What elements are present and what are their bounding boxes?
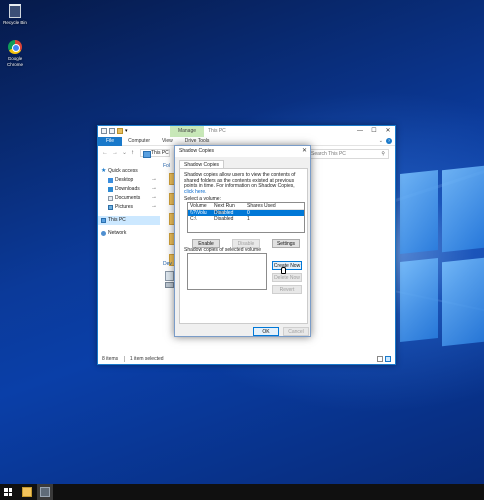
search-input[interactable]: Search This PC ⚲ (307, 149, 389, 159)
dialog-titlebar[interactable]: Shadow Copies ✕ (175, 146, 310, 157)
sidebar-item-label: Quick access (108, 168, 138, 174)
windows-logo (400, 165, 484, 348)
taskbar (0, 484, 484, 500)
minimize-button[interactable]: — (353, 126, 367, 137)
tiles-view-icon[interactable] (385, 356, 391, 362)
address-field[interactable]: This PC (140, 149, 170, 158)
tab-shadow-copies[interactable]: Shadow Copies (179, 160, 225, 168)
help-icon[interactable]: ? (386, 138, 392, 144)
pictures-icon (108, 205, 113, 210)
shadow-copies-list[interactable] (187, 253, 267, 290)
window-title: This PC (208, 128, 226, 134)
help-link[interactable]: click here. (184, 189, 207, 195)
pin-icon: ⊸ (151, 186, 156, 192)
close-button[interactable]: ✕ (381, 126, 395, 137)
start-button[interactable] (4, 488, 12, 496)
cancel-button[interactable]: Cancel (283, 327, 309, 336)
close-icon[interactable]: ✕ (302, 146, 307, 157)
server-manager-taskbar-icon[interactable] (40, 487, 50, 497)
section-header-devices[interactable]: Dev (163, 261, 172, 267)
desktop-icon-label: Google Chrome (6, 56, 23, 67)
sidebar-item-pictures[interactable]: Pictures ⊸ (98, 203, 160, 212)
window-titlebar[interactable]: ▾ Manage This PC — ☐ ✕ (98, 126, 395, 137)
status-item-count: 8 items (102, 356, 119, 362)
pin-icon: ⊸ (151, 177, 156, 183)
computer-icon (101, 218, 106, 223)
desktop-icon-recycle-bin[interactable]: Recycle Bin (0, 4, 30, 26)
new-folder-icon[interactable] (117, 128, 123, 134)
pin-icon: ⊸ (151, 204, 156, 210)
sidebar-item-desktop[interactable]: Desktop ⊸ (98, 176, 160, 185)
details-view-icon[interactable] (377, 356, 383, 362)
next-run-cell: Disabled (214, 216, 234, 222)
shares-cell: 1 (247, 216, 250, 222)
volume-row[interactable]: C:\ Disabled 1 (188, 216, 304, 222)
revert-button[interactable]: Revert (272, 285, 302, 294)
up-icon[interactable]: ↑ (131, 149, 134, 157)
desktop-icon-google-chrome[interactable]: Google Chrome (0, 40, 30, 67)
column-header-shares[interactable]: Shares (246, 203, 263, 209)
tab-computer[interactable]: Computer (122, 137, 156, 146)
column-header-next-run[interactable]: Next Run Time (213, 203, 246, 216)
tab-manage[interactable]: Manage (170, 126, 204, 137)
delete-now-button[interactable]: Delete Now (272, 273, 302, 282)
drive-icon[interactable] (165, 271, 174, 281)
search-icon: ⚲ (381, 151, 385, 157)
status-bar: 8 items 1 item selected (98, 354, 395, 364)
sidebar-item-label: Network (108, 230, 127, 236)
forward-icon[interactable]: → (112, 149, 118, 157)
dialog-title: Shadow Copies (179, 148, 215, 154)
sidebar-item-label: Downloads (115, 186, 140, 192)
sidebar-item-this-pc[interactable]: This PC (98, 216, 160, 225)
chrome-icon (8, 40, 22, 54)
downloads-icon (108, 187, 113, 192)
dialog-description: Shadow copies allow users to view the co… (184, 172, 296, 195)
expand-ribbon-icon[interactable]: ⌄ (379, 137, 383, 146)
chevron-down-icon[interactable]: ▾ (125, 128, 128, 134)
create-now-button[interactable]: Create Now (272, 261, 302, 270)
sidebar-item-documents[interactable]: Documents ⊸ (98, 194, 160, 203)
navigation-pane: ★ Quick access Desktop ⊸ Downloads ⊸ Doc… (98, 163, 160, 353)
volume-list[interactable]: Volume Next Run Time Shares Used \\?\Vol… (187, 202, 305, 233)
properties-icon[interactable] (109, 128, 115, 134)
sidebar-item-label: This PC (108, 217, 126, 223)
recycle-bin-icon (9, 4, 21, 18)
properties-dialog[interactable]: Shadow Copies ✕ Shadow Copies Shadow cop… (174, 145, 311, 337)
ok-button[interactable]: OK (253, 327, 279, 336)
sidebar-item-downloads[interactable]: Downloads ⊸ (98, 185, 160, 194)
used-cell (263, 216, 283, 222)
sidebar-item-label: Documents (115, 195, 141, 201)
network-icon (101, 231, 106, 236)
column-header-volume[interactable]: Volume (188, 203, 213, 209)
maximize-button[interactable]: ☐ (367, 126, 381, 137)
drive-icon[interactable] (165, 282, 174, 288)
computer-icon (101, 128, 107, 134)
sidebar-item-network[interactable]: Network (98, 229, 160, 238)
documents-icon (108, 196, 113, 201)
desktop-icon-label: Recycle Bin (3, 20, 27, 25)
search-placeholder: Search This PC (311, 151, 346, 157)
section-header-folders[interactable]: Fol (163, 163, 170, 169)
hand-cursor-icon (281, 267, 286, 274)
tab-file[interactable]: File (98, 136, 123, 146)
pin-icon: ⊸ (151, 195, 156, 201)
column-header-used[interactable]: Used (263, 203, 283, 209)
address-text: This PC (151, 150, 169, 156)
sidebar-item-label: Pictures (115, 204, 134, 210)
star-icon: ★ (101, 168, 107, 174)
sidebar-item-quick-access[interactable]: ★ Quick access (98, 167, 160, 176)
dialog-tab-panel: Shadow copies allow users to view the co… (179, 168, 308, 324)
desktop-folder-icon (108, 178, 113, 183)
status-selection: 1 item selected (129, 356, 164, 362)
back-icon[interactable]: ← (102, 149, 108, 157)
settings-button[interactable]: Settings (272, 239, 300, 248)
volume-cell: C:\ (190, 216, 197, 222)
volume-list-header: Volume Next Run Time Shares Used (188, 203, 304, 216)
file-explorer-taskbar-icon[interactable] (22, 487, 32, 497)
recent-locations-icon[interactable]: ⌄ (122, 149, 127, 157)
sidebar-item-label: Desktop (115, 177, 134, 183)
